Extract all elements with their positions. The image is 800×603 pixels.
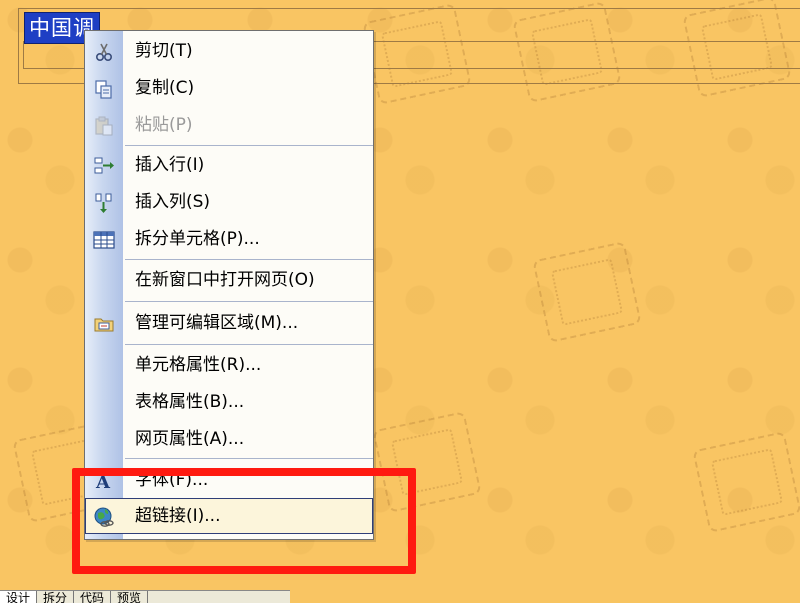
menu-separator	[125, 344, 373, 345]
split-cell-icon	[93, 231, 115, 249]
menu-item-paste: 粘贴(P)	[85, 107, 373, 143]
menu-item-label: 插入行(I)	[135, 155, 205, 175]
paste-icon	[95, 116, 113, 136]
menu-item-label: 管理可编辑区域(M)...	[135, 313, 299, 333]
tab-split[interactable]: 拆分	[37, 591, 75, 603]
scissors-icon	[95, 43, 113, 62]
menu-item-label: 剪切(T)	[135, 41, 193, 61]
annotation-highlight-box	[72, 468, 416, 574]
menu-item-label: 复制(C)	[135, 78, 195, 98]
menu-item-cell-properties[interactable]: 单元格属性(R)...	[85, 347, 373, 383]
view-tab-bar: 设计 拆分 代码 预览	[0, 590, 290, 603]
menu-item-copy[interactable]: 复制(C)	[85, 70, 373, 106]
tab-design[interactable]: 设计	[0, 591, 38, 603]
menu-separator	[125, 458, 373, 459]
menu-item-label: 表格属性(B)...	[135, 392, 245, 412]
menu-separator	[125, 145, 373, 146]
menu-item-page-properties[interactable]: 网页属性(A)...	[85, 421, 373, 457]
menu-item-table-properties[interactable]: 表格属性(B)...	[85, 384, 373, 420]
menu-separator	[125, 301, 373, 302]
menu-item-label: 单元格属性(R)...	[135, 355, 262, 375]
context-menu: 剪切(T) 复制(C) 粘贴(P) 插入行(I) 插入列(S) 拆分单元格(P)…	[84, 30, 374, 540]
menu-item-label: 在新窗口中打开网页(O)	[135, 270, 315, 290]
copy-icon	[95, 80, 112, 99]
menu-item-cut[interactable]: 剪切(T)	[85, 33, 373, 69]
insert-column-icon	[95, 193, 112, 213]
menu-item-label: 粘贴(P)	[135, 115, 193, 135]
menu-separator	[125, 259, 373, 260]
menu-item-label: 插入列(S)	[135, 192, 211, 212]
insert-row-icon	[94, 157, 114, 174]
menu-item-split-cell[interactable]: 拆分单元格(P)...	[85, 221, 373, 257]
tab-code[interactable]: 代码	[74, 591, 112, 603]
tab-preview[interactable]: 预览	[111, 591, 149, 603]
menu-item-insert-column[interactable]: 插入列(S)	[85, 184, 373, 220]
menu-item-insert-row[interactable]: 插入行(I)	[85, 147, 373, 183]
menu-item-label: 网页属性(A)...	[135, 429, 245, 449]
menu-item-open-in-new-window[interactable]: 在新窗口中打开网页(O)	[85, 262, 373, 298]
menu-item-manage-editable-regions[interactable]: 管理可编辑区域(M)...	[85, 305, 373, 341]
editable-region-icon	[94, 318, 114, 332]
menu-item-label: 拆分单元格(P)...	[135, 229, 260, 249]
